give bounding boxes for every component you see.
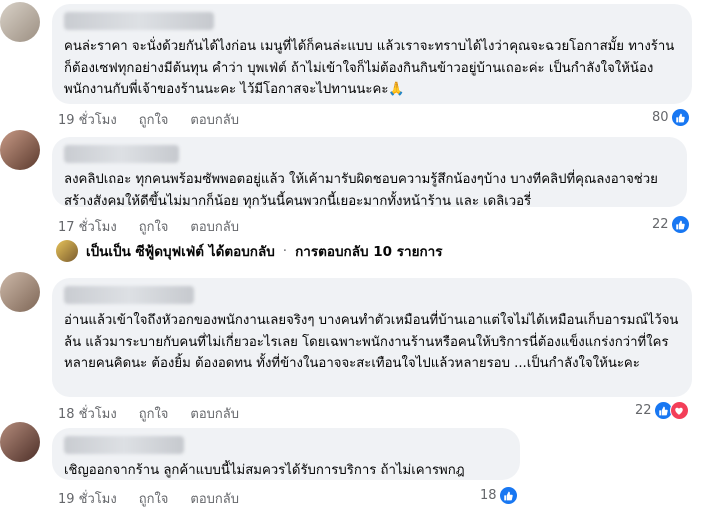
- thumbs-up-icon: [670, 215, 690, 234]
- comment-actions: 19 ชั่วโมง ถูกใจ ตอบกลับ: [58, 109, 239, 130]
- comment-bubble: ลงคลิปเถอะ ทุกคนพร้อมซัพพอตอยู่แล้ว ให้เ…: [52, 137, 687, 209]
- like-button[interactable]: ถูกใจ: [139, 488, 169, 509]
- comment-time[interactable]: 19 ชั่วโมง: [58, 488, 117, 509]
- heart-icon: [669, 401, 689, 420]
- reaction-count: 22: [652, 217, 669, 232]
- reply-author-text: เป็นเป็น ซีฟู้ดบุฟเฟ่ต์ ได้ตอบกลับ: [86, 244, 275, 260]
- thumbs-up-icon: [670, 108, 690, 127]
- reaction-summary[interactable]: 22: [635, 401, 689, 420]
- like-button[interactable]: ถูกใจ: [139, 403, 169, 424]
- avatar[interactable]: [0, 272, 40, 312]
- like-button[interactable]: ถูกใจ: [139, 109, 169, 130]
- author-name-blurred[interactable]: [64, 286, 194, 304]
- reply-button[interactable]: ตอบกลับ: [190, 109, 239, 130]
- view-replies-link[interactable]: เป็นเป็น ซีฟู้ดบุฟเฟ่ต์ ได้ตอบกลับ · การ…: [56, 240, 443, 262]
- avatar[interactable]: [0, 130, 40, 170]
- comment-text: ลงคลิปเถอะ ทุกคนพร้อมซัพพอตอยู่แล้ว ให้เ…: [64, 172, 658, 209]
- reaction-summary[interactable]: 80: [652, 108, 690, 127]
- comment-bubble: อ่านแล้วเข้าใจถึงหัวอกของพนักงานเลยจริงๆ…: [52, 278, 692, 397]
- author-name-blurred[interactable]: [64, 436, 184, 454]
- comment-bubble: คนล่ะราคา จะนั่งด้วยกันได้ไงก่อน เมนูที่…: [52, 4, 692, 104]
- separator-dot: ·: [282, 243, 288, 259]
- comment-text: อ่านแล้วเข้าใจถึงหัวอกของพนักงานเลยจริงๆ…: [64, 313, 679, 371]
- comment-time[interactable]: 17 ชั่วโมง: [58, 216, 117, 237]
- reaction-summary[interactable]: 18: [480, 486, 518, 505]
- reply-button[interactable]: ตอบกลับ: [190, 216, 239, 237]
- thumbs-up-icon: [498, 486, 518, 505]
- reaction-count: 18: [480, 488, 497, 503]
- reply-button[interactable]: ตอบกลับ: [190, 403, 239, 424]
- comment-actions: 18 ชั่วโมง ถูกใจ ตอบกลับ: [58, 403, 239, 424]
- avatar[interactable]: [0, 422, 40, 462]
- comment-time[interactable]: 19 ชั่วโมง: [58, 109, 117, 130]
- comment-text: เชิญออกจากร้าน ลูกค้าแบบนี้ไม่สมควรได้รั…: [64, 463, 465, 478]
- author-name-blurred[interactable]: [64, 12, 214, 30]
- reaction-count: 80: [652, 110, 669, 125]
- like-button[interactable]: ถูกใจ: [139, 216, 169, 237]
- author-name-blurred[interactable]: [64, 145, 179, 163]
- comment-bubble: เชิญออกจากร้าน ลูกค้าแบบนี้ไม่สมควรได้รั…: [52, 428, 520, 480]
- avatar[interactable]: [0, 2, 40, 42]
- comment-actions: 17 ชั่วโมง ถูกใจ ตอบกลับ: [58, 216, 239, 237]
- comment-text: คนล่ะราคา จะนั่งด้วยกันได้ไงก่อน เมนูที่…: [64, 39, 675, 97]
- reply-count-text: การตอบกลับ 10 รายการ: [295, 244, 443, 260]
- reply-button[interactable]: ตอบกลับ: [190, 488, 239, 509]
- comment-actions: 19 ชั่วโมง ถูกใจ ตอบกลับ: [58, 488, 239, 509]
- comment-time[interactable]: 18 ชั่วโมง: [58, 403, 117, 424]
- reaction-count: 22: [635, 403, 652, 418]
- reply-author-avatar: [56, 240, 78, 262]
- reaction-summary[interactable]: 22: [652, 215, 690, 234]
